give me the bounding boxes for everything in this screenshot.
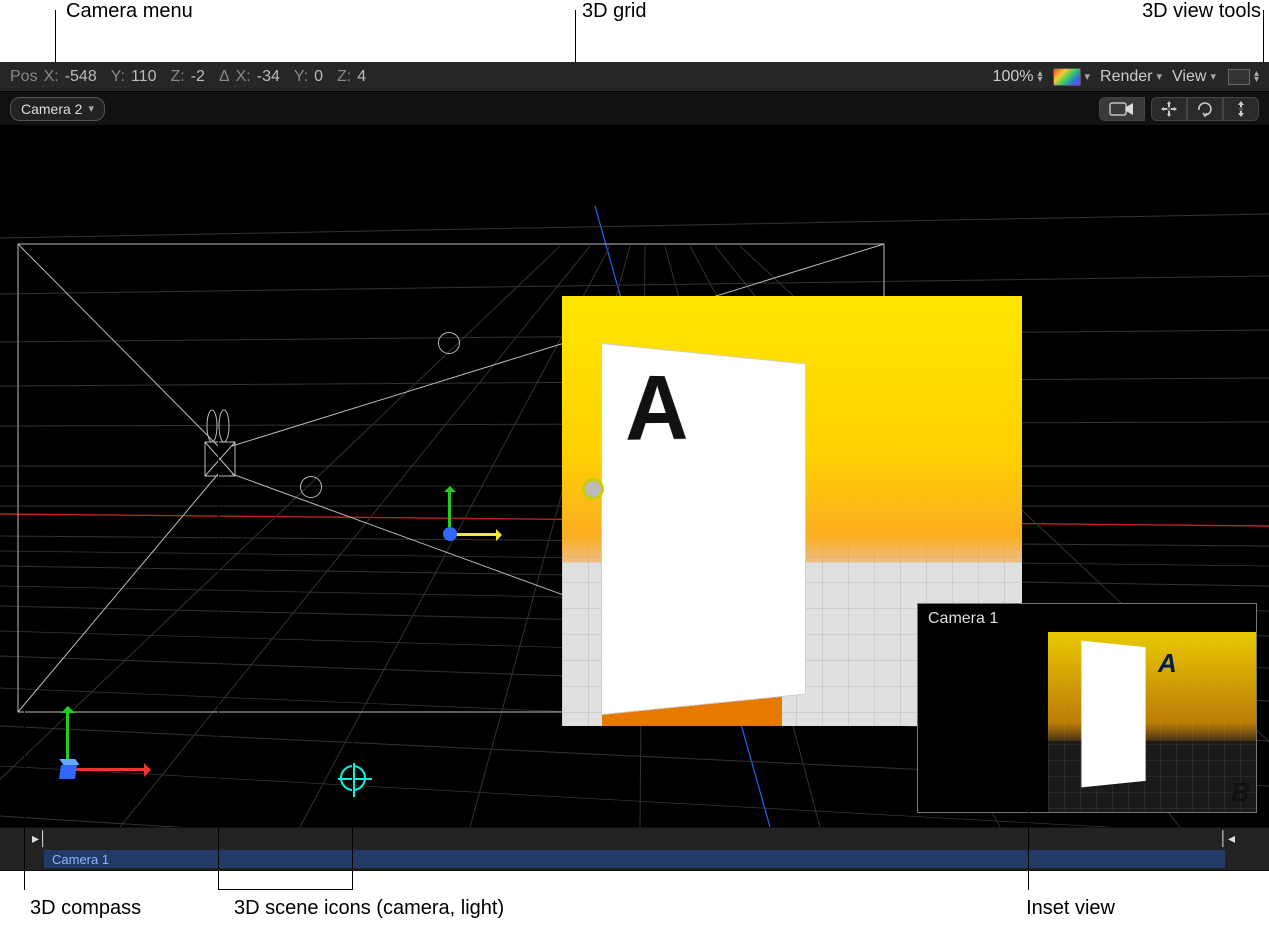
stepper-icon: ▴▾: [1037, 71, 1042, 83]
status-x-value: -548: [65, 68, 97, 86]
layout-swatch-icon: [1228, 69, 1250, 85]
camera-menu[interactable]: Camera 2 ▾: [10, 97, 105, 121]
status-delta-label: Δ: [219, 68, 230, 86]
annot-line: [1028, 794, 1029, 890]
compass-x-axis-icon: [68, 768, 150, 771]
scene-glyph-a: A: [625, 355, 688, 462]
inset-glyph-b: B: [1231, 777, 1250, 808]
render-label: Render: [1100, 68, 1152, 86]
gizmo-x-axis-icon: [450, 533, 500, 536]
status-dz-value: 4: [357, 68, 366, 86]
chevron-down-icon: ▾: [1157, 70, 1163, 83]
scene-light-icon[interactable]: [300, 476, 322, 498]
status-dz-label: Z:: [337, 68, 351, 86]
render-popup[interactable]: Render ▾: [1100, 68, 1162, 86]
zoom-value: 100%: [993, 68, 1034, 86]
view-label: View: [1172, 68, 1206, 86]
status-dx-label: X:: [236, 68, 251, 86]
camera-menu-label: Camera 2: [21, 101, 82, 117]
dolly-icon: [1234, 100, 1248, 118]
active-camera-button[interactable]: [1099, 97, 1145, 121]
annot-3d-grid: 3D grid: [582, 0, 646, 23]
annotation-bottom-area: 3D compass 3D scene icons (camera, light…: [0, 871, 1269, 934]
camera-icon: [1109, 101, 1135, 117]
stepper-icon: ▴▾: [1254, 71, 1259, 83]
annot-line: [352, 742, 353, 890]
zoom-popup[interactable]: 100% ▴▾: [993, 68, 1043, 86]
pan-view-button[interactable]: [1151, 97, 1187, 121]
status-bar: Pos X: -548 Y: 110 Z: -2 Δ X: -34 Y: 0 Z…: [0, 62, 1269, 92]
status-z-value: -2: [191, 68, 205, 86]
color-chip-icon: [1053, 68, 1081, 86]
annot-camera-menu: Camera menu: [66, 0, 193, 23]
status-dy-label: Y:: [294, 68, 308, 86]
compass-cube-icon: [59, 765, 77, 779]
annot-3d-view-tools: 3D view tools: [1142, 0, 1261, 23]
orbit-view-button[interactable]: [1187, 97, 1223, 121]
play-range-end-icon[interactable]: │◂: [1219, 830, 1235, 847]
inset-view-title: Camera 1: [928, 610, 998, 628]
status-x-label: X:: [44, 68, 59, 86]
status-y-value: 110: [131, 68, 157, 86]
scene-light-icon[interactable]: [438, 332, 460, 354]
status-y-label: Y:: [111, 68, 125, 86]
mini-timeline[interactable]: ▸│ Camera 1 │◂: [0, 827, 1269, 871]
chevron-down-icon: ▾: [88, 102, 94, 115]
dolly-view-button[interactable]: [1223, 97, 1259, 121]
annotation-top-area: Camera menu 3D grid 3D view tools: [0, 0, 1269, 62]
inset-view[interactable]: A B Camera 1: [917, 603, 1257, 813]
motion-app: Pos X: -548 Y: 110 Z: -2 Δ X: -34 Y: 0 Z…: [0, 62, 1269, 871]
timeline-clip-label: Camera 1: [52, 852, 109, 867]
scene-light-selected-icon[interactable]: [582, 478, 604, 500]
inset-glyph-a: A: [1158, 648, 1177, 679]
status-dy-value: 0: [314, 68, 323, 86]
annot-line: [218, 430, 219, 890]
annot-3d-compass: 3D compass: [30, 897, 141, 920]
gizmo-origin-icon: [443, 527, 457, 541]
3d-compass[interactable]: [40, 697, 150, 787]
timeline-clip[interactable]: [44, 850, 1225, 868]
pan-icon: [1160, 100, 1178, 118]
status-pos-label: Pos: [10, 68, 38, 86]
annot-line: [218, 889, 353, 890]
annot-inset-view: Inset view: [1026, 897, 1115, 920]
drop-zone-icon[interactable]: [340, 765, 366, 791]
view-popup[interactable]: View ▾: [1172, 68, 1216, 86]
color-channels-popup[interactable]: ▾: [1053, 68, 1091, 86]
transform-gizmo[interactable]: [440, 466, 520, 546]
play-range-start-icon[interactable]: ▸│: [32, 830, 48, 847]
chevron-down-icon: ▾: [1210, 70, 1216, 83]
viewport-toolbar: Camera 2 ▾: [0, 92, 1269, 126]
annot-scene-icons: 3D scene icons (camera, light): [234, 897, 504, 920]
3d-view-tools: [1099, 97, 1259, 121]
3d-viewport[interactable]: A A B Camera: [0, 126, 1269, 827]
inset-page: [1081, 641, 1145, 788]
scene-camera-icon[interactable]: [205, 426, 235, 476]
status-z-label: Z:: [170, 68, 184, 86]
status-dx-value: -34: [257, 68, 280, 86]
inset-scene: A B: [918, 604, 1256, 812]
inset-plane: [1048, 632, 1257, 813]
chevron-down-icon: ▾: [1085, 70, 1091, 83]
view-layout-popup[interactable]: ▴▾: [1228, 69, 1259, 85]
orbit-icon: [1196, 100, 1214, 118]
annot-line: [24, 710, 25, 890]
